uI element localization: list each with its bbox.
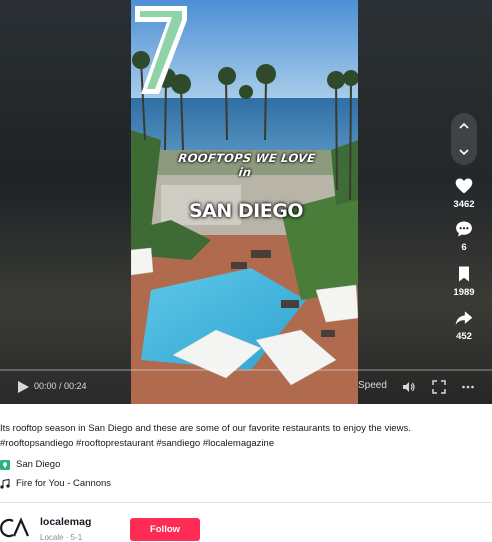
account-subtitle: Locale · 5-1 xyxy=(40,533,83,542)
location-row[interactable]: San Diego xyxy=(0,459,60,470)
location-label: San Diego xyxy=(16,459,61,470)
like-button[interactable]: 3462 xyxy=(444,176,484,210)
video-player[interactable]: ROOFTOPS WE LOVE in SAN DIEGO 3462 6 198… xyxy=(0,0,492,404)
comment-count: 6 xyxy=(461,242,467,253)
playback-time: 00:00 / 00:24 xyxy=(34,381,87,391)
number-seven-graphic xyxy=(135,6,187,94)
next-video-button[interactable] xyxy=(451,139,477,165)
location-icon xyxy=(0,459,10,470)
video-progress-bar[interactable] xyxy=(0,369,492,371)
music-note-icon xyxy=(0,478,10,489)
play-icon[interactable] xyxy=(16,380,30,394)
video-controls: 00:00 / 00:24 Speed xyxy=(0,372,492,402)
comment-icon xyxy=(456,221,472,237)
follow-button[interactable]: Follow xyxy=(130,518,200,541)
bookmark-icon xyxy=(459,266,469,282)
music-label: Fire for You - Cannons xyxy=(16,478,112,489)
caption-hashtags[interactable]: #rooftopsandiego #rooftoprestaurant #san… xyxy=(0,436,492,451)
more-icon[interactable] xyxy=(461,380,475,394)
divider xyxy=(0,502,492,503)
post-caption: Its rooftop season in San Diego and thes… xyxy=(0,421,492,451)
overlay-subtitle: ROOFTOPS WE LOVE in xyxy=(177,151,317,179)
previous-video-button[interactable] xyxy=(451,113,477,139)
comment-button[interactable]: 6 xyxy=(444,219,484,253)
chevron-down-icon xyxy=(459,149,469,156)
save-button[interactable]: 1989 xyxy=(444,264,484,298)
share-count: 452 xyxy=(456,331,472,342)
account-username[interactable]: localemag xyxy=(40,516,91,528)
share-button[interactable]: 452 xyxy=(444,308,484,342)
caption-text: Its rooftop season in San Diego and thes… xyxy=(0,423,411,434)
music-row[interactable]: Fire for You - Cannons xyxy=(0,478,111,489)
chevron-up-icon xyxy=(459,122,469,129)
volume-icon[interactable] xyxy=(402,380,416,394)
heart-icon xyxy=(455,178,473,194)
blurred-background-left xyxy=(0,0,131,404)
overlay-city-title: SAN DIEGO xyxy=(189,200,303,222)
like-count: 3462 xyxy=(453,199,475,210)
video-navigation xyxy=(451,113,477,165)
account-avatar-logo[interactable] xyxy=(0,517,32,539)
share-icon xyxy=(455,311,473,325)
video-frame[interactable]: ROOFTOPS WE LOVE in SAN DIEGO xyxy=(131,0,358,404)
speed-button[interactable]: Speed xyxy=(358,380,387,391)
save-count: 1989 xyxy=(453,287,475,298)
fullscreen-icon[interactable] xyxy=(432,380,446,394)
